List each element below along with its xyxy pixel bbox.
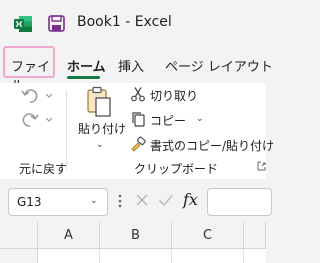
dialog-launcher-icon[interactable] [257, 161, 266, 171]
insert-function-button[interactable]: fx [183, 190, 198, 209]
gridline [243, 249, 244, 263]
more-options-icon[interactable] [117, 190, 123, 212]
name-box-value: G13 [17, 195, 42, 209]
column-header-b[interactable]: B [100, 222, 172, 249]
undo-group-label: 元に戻す [19, 162, 68, 176]
cut-label: 切り取り [150, 89, 199, 103]
column-header-a[interactable]: A [38, 222, 100, 249]
excel-logo-icon [14, 16, 32, 32]
redo-button[interactable] [20, 110, 58, 130]
paste-dropdown-chevron-icon[interactable]: ⌄ [96, 140, 104, 150]
column-header-c[interactable]: C [172, 222, 244, 249]
window-title: Book1 - Excel [77, 14, 172, 30]
gridline [99, 249, 100, 263]
column-header-d[interactable] [244, 222, 266, 249]
format-painter-icon [131, 136, 146, 152]
tab-page-layout[interactable]: ページ レイアウト [165, 56, 273, 75]
enter-check-icon[interactable] [158, 193, 174, 207]
gridline [171, 249, 172, 263]
scissors-icon [131, 87, 145, 102]
ribbon-separator [66, 90, 67, 170]
copy-icon [132, 112, 145, 127]
format-painter-label: 書式のコピー/貼り付け [150, 139, 275, 153]
save-icon[interactable] [47, 14, 66, 33]
formula-input[interactable] [207, 188, 272, 216]
select-all-corner[interactable] [0, 222, 38, 249]
cancel-icon[interactable] [135, 193, 149, 207]
copy-label: コピー [150, 114, 187, 128]
name-box-chevron-icon[interactable]: ⌄ [90, 196, 98, 206]
tab-insert[interactable]: 挿入 [118, 56, 144, 75]
row-header[interactable] [0, 249, 38, 263]
tab-home[interactable]: ホーム [67, 56, 106, 75]
paste-icon[interactable] [86, 86, 112, 118]
paste-button[interactable]: 貼り付け [78, 120, 126, 137]
tab-file[interactable]: ファイル [3, 46, 55, 94]
clipboard-group-label: クリップボード [134, 162, 219, 176]
undo-button[interactable] [20, 86, 58, 106]
copy-dropdown-chevron-icon[interactable]: ⌄ [196, 114, 204, 124]
active-tab-indicator [67, 76, 100, 79]
